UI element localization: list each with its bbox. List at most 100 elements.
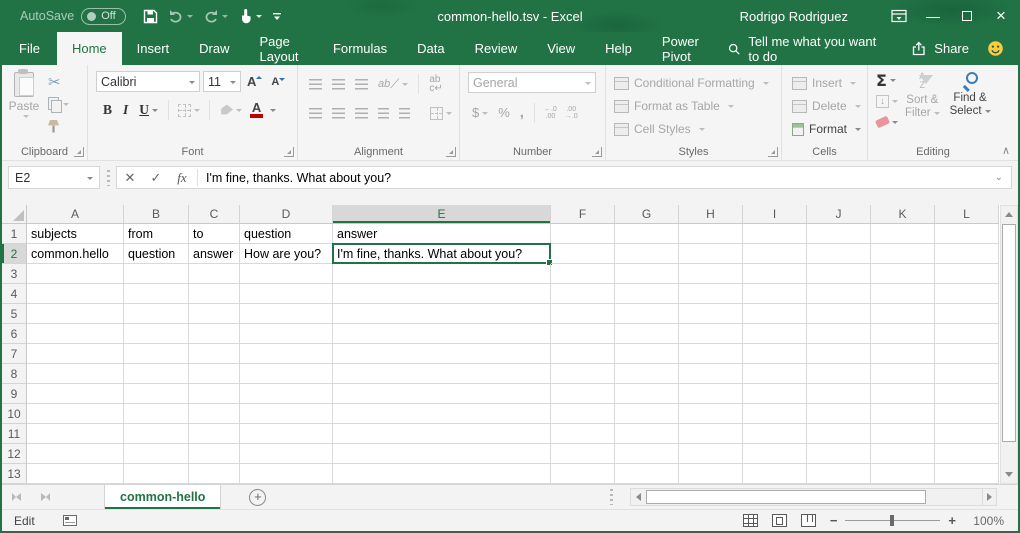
cell-H11[interactable] (679, 424, 743, 444)
cell-B11[interactable] (124, 424, 189, 444)
cell-C8[interactable] (189, 364, 240, 384)
scroll-left-button[interactable] (631, 489, 646, 505)
page-break-preview-button[interactable] (801, 514, 816, 527)
percent-style-button[interactable]: % (494, 103, 514, 122)
cell-F13[interactable] (551, 464, 615, 484)
horizontal-scroll-thumb[interactable] (646, 490, 926, 504)
font-dialog-launcher[interactable] (284, 147, 294, 157)
cell-B6[interactable] (124, 324, 189, 344)
cell-C12[interactable] (189, 444, 240, 464)
insert-cells-button[interactable]: Insert (792, 72, 861, 94)
zoom-slider-thumb[interactable] (890, 515, 894, 526)
decrease-indent-button[interactable] (374, 106, 393, 121)
cell-F4[interactable] (551, 284, 615, 304)
new-sheet-button[interactable]: + (249, 489, 266, 506)
cell-B9[interactable] (124, 384, 189, 404)
cell-L3[interactable] (935, 264, 999, 284)
cell-K13[interactable] (871, 464, 935, 484)
increase-decimal-button[interactable]: ←.0.00 (541, 106, 560, 120)
scroll-down-button[interactable] (1001, 466, 1017, 483)
touch-mode-dropdown-icon[interactable] (256, 15, 262, 21)
copy-dropdown-icon[interactable] (63, 103, 69, 109)
accounting-dropdown-icon[interactable] (482, 112, 488, 118)
cell-L2[interactable] (935, 244, 999, 264)
cell-E11[interactable] (333, 424, 551, 444)
column-header-C[interactable]: C (189, 205, 240, 224)
cell-J2[interactable] (807, 244, 871, 264)
cell-F8[interactable] (551, 364, 615, 384)
tab-formulas[interactable]: Formulas (318, 32, 402, 65)
format-dropdown-icon[interactable] (855, 128, 861, 134)
cell-D1[interactable]: question (240, 224, 333, 244)
align-center-button[interactable] (328, 106, 349, 121)
cell-G13[interactable] (615, 464, 679, 484)
cell-F7[interactable] (551, 344, 615, 364)
cell-F10[interactable] (551, 404, 615, 424)
scroll-right-button[interactable] (982, 488, 997, 506)
name-box[interactable]: E2 (8, 166, 100, 189)
cell-I6[interactable] (743, 324, 807, 344)
cell-I3[interactable] (743, 264, 807, 284)
cell-L6[interactable] (935, 324, 999, 344)
save-button[interactable] (140, 4, 161, 28)
enter-button[interactable]: ✓ (143, 170, 169, 186)
cell-J8[interactable] (807, 364, 871, 384)
font-name-dropdown-icon[interactable] (189, 81, 195, 87)
cell-E7[interactable] (333, 344, 551, 364)
merge-center-dropdown-icon[interactable] (446, 112, 452, 118)
format-cells-button[interactable]: Format (792, 118, 861, 140)
align-top-button[interactable] (305, 77, 326, 92)
cell-D11[interactable] (240, 424, 333, 444)
cell-G3[interactable] (615, 264, 679, 284)
cell-A2[interactable]: common.hello (27, 244, 124, 264)
conditional-formatting-dropdown-icon[interactable] (763, 82, 769, 88)
cell-H12[interactable] (679, 444, 743, 464)
accounting-format-button[interactable]: $ (468, 103, 492, 122)
cell-K4[interactable] (871, 284, 935, 304)
cell-J10[interactable] (807, 404, 871, 424)
cell-E10[interactable] (333, 404, 551, 424)
page-layout-view-button[interactable] (772, 514, 787, 527)
cell-D5[interactable] (240, 304, 333, 324)
insert-function-button[interactable]: fx (169, 170, 195, 186)
cell-F6[interactable] (551, 324, 615, 344)
cell-styles-button[interactable]: Cell Styles (614, 118, 775, 140)
cell-C6[interactable] (189, 324, 240, 344)
expand-formula-bar-icon[interactable]: ⌄ (995, 172, 1011, 183)
cell-K7[interactable] (871, 344, 935, 364)
cell-E5[interactable] (333, 304, 551, 324)
cell-D12[interactable] (240, 444, 333, 464)
cell-K6[interactable] (871, 324, 935, 344)
redo-dropdown-icon[interactable] (222, 15, 228, 21)
column-header-A[interactable]: A (27, 205, 124, 224)
cell-H2[interactable] (679, 244, 743, 264)
clear-dropdown-icon[interactable] (892, 121, 898, 127)
share-button[interactable]: Share (901, 41, 979, 56)
copy-button[interactable] (46, 94, 71, 114)
cell-C11[interactable] (189, 424, 240, 444)
font-size-combo[interactable]: 11 (203, 71, 241, 92)
cut-button[interactable]: ✂ (46, 72, 71, 92)
cell-H13[interactable] (679, 464, 743, 484)
italic-button[interactable]: I (118, 102, 133, 118)
cell-A12[interactable] (27, 444, 124, 464)
zoom-slider[interactable] (845, 520, 940, 521)
cell-A7[interactable] (27, 344, 124, 364)
cell-J3[interactable] (807, 264, 871, 284)
autosum-dropdown-icon[interactable] (890, 79, 896, 85)
cell-K1[interactable] (871, 224, 935, 244)
undo-button[interactable] (165, 4, 196, 28)
cell-H7[interactable] (679, 344, 743, 364)
zoom-in-button[interactable]: + (948, 513, 956, 528)
paste-dropdown-icon[interactable] (23, 115, 29, 121)
row-header-4[interactable]: 4 (2, 284, 27, 304)
orientation-button[interactable]: ab⟋ (374, 74, 412, 94)
column-header-E[interactable]: E (333, 205, 551, 224)
row-header-11[interactable]: 11 (2, 424, 27, 444)
number-format-dropdown-icon[interactable] (585, 82, 591, 88)
cell-L5[interactable] (935, 304, 999, 324)
previous-sheet-button[interactable] (12, 493, 21, 501)
cell-K12[interactable] (871, 444, 935, 464)
cell-F3[interactable] (551, 264, 615, 284)
cell-I5[interactable] (743, 304, 807, 324)
